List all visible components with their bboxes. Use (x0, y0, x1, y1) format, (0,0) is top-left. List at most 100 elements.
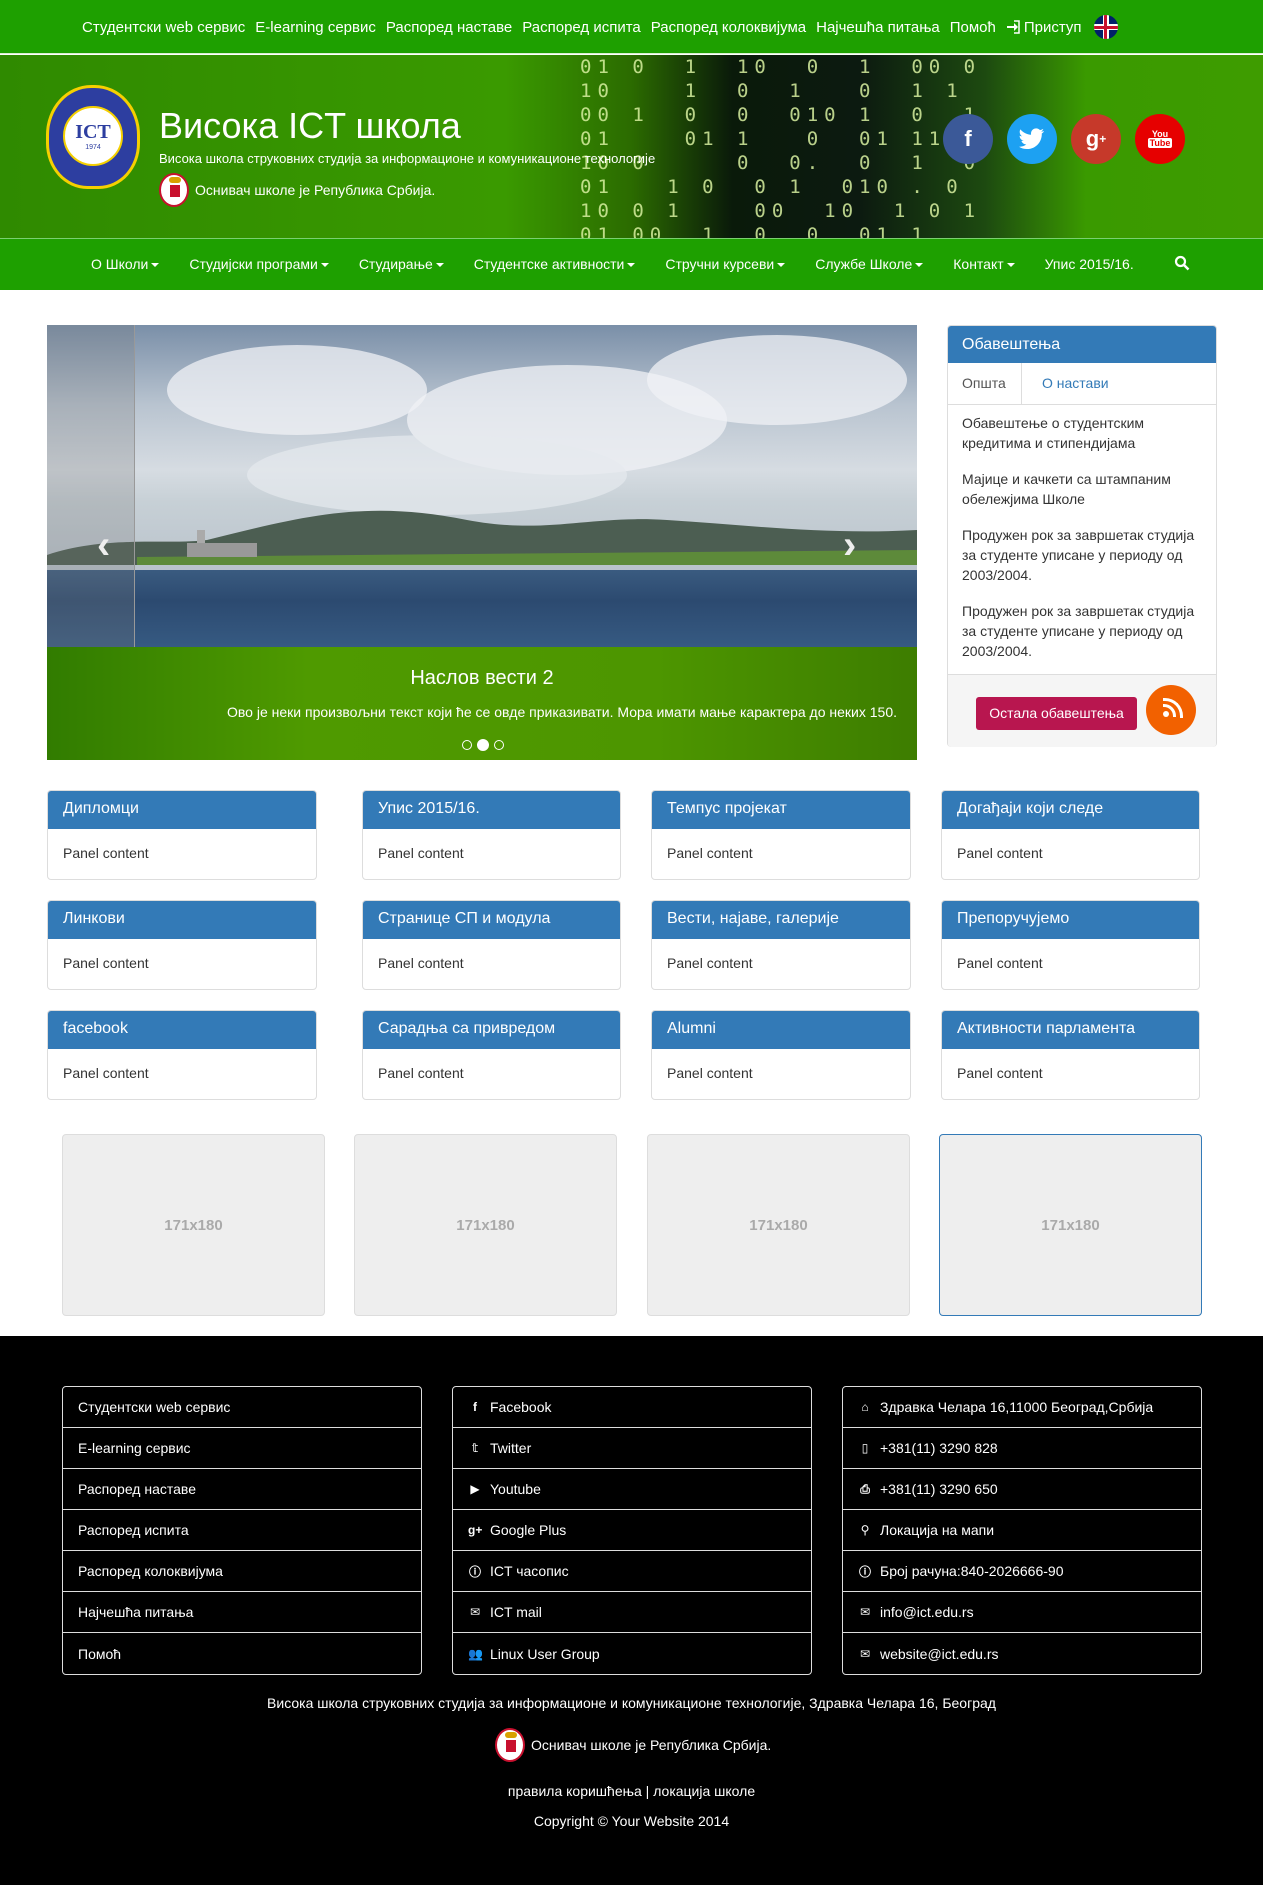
contact-info-email[interactable]: ✉ info@ict.edu.rs (843, 1592, 1201, 1633)
footer-social-ict-magazine[interactable]: ⓘ ICT часопис (453, 1551, 811, 1592)
thumbnail[interactable]: 171x180 (647, 1134, 910, 1316)
location-link[interactable]: локација школе (653, 1783, 755, 1799)
sea-area (47, 570, 917, 647)
panel-title[interactable]: Упис 2015/16. (363, 791, 620, 829)
contact-website-email[interactable]: ✉ website@ict.edu.rs (843, 1633, 1201, 1674)
top-link-help[interactable]: Помоћ (950, 19, 996, 36)
nav-programs-label: Студијски програми (189, 256, 318, 272)
indicator-2[interactable] (477, 739, 489, 751)
more-notices-button[interactable]: Остала обавештења (976, 697, 1137, 730)
footer-link[interactable]: Распоред испита (63, 1510, 421, 1551)
footer-social-twitter[interactable]: 𝕥 Twitter (453, 1428, 811, 1469)
language-switch[interactable] (1092, 15, 1118, 39)
nav-contact[interactable]: Контакт (953, 256, 1015, 272)
legal-separator: | (645, 1783, 650, 1799)
users-icon: 👥 (468, 1646, 483, 1661)
panel-title[interactable]: Догађаји који следе (942, 791, 1199, 829)
panel-title[interactable]: Вести, најаве, галерије (652, 901, 910, 939)
top-link-web-service[interactable]: Студентски web сервис (82, 19, 245, 36)
terms-link[interactable]: правила коришћења (508, 1783, 642, 1799)
nav-courses-label: Стручни курсеви (665, 256, 775, 272)
panel-title[interactable]: Активности парламента (942, 1011, 1199, 1049)
caret-down-icon (1006, 263, 1015, 268)
footer-link[interactable]: E-learning сервис (63, 1428, 421, 1469)
search-icon[interactable] (1174, 255, 1190, 271)
notice-item[interactable]: Продужен рок за завршетак студија за сту… (962, 601, 1202, 661)
notices-list: Обавештење о студентским кредитима и сти… (948, 405, 1216, 685)
footer-link[interactable]: Студентски web сервис (63, 1387, 421, 1428)
panel-title[interactable]: Темпус пројекат (652, 791, 910, 829)
top-link-colloquium-schedule[interactable]: Распоред колоквијума (651, 19, 806, 36)
contact-address[interactable]: ⌂ Здравка Челара 16,11000 Београд,Србија (843, 1387, 1201, 1428)
news-carousel[interactable]: ‹ › Наслов вести 2 Ово је неки произвољн… (47, 325, 917, 760)
rss-icon[interactable] (1146, 685, 1196, 735)
footer-social-youtube[interactable]: ▶ Youtube (453, 1469, 811, 1510)
panel-title[interactable]: Сарадња са привредом (363, 1011, 620, 1049)
nav-services[interactable]: Службе Школе (815, 256, 924, 272)
youtube-icon[interactable]: You Tube (1135, 114, 1185, 164)
footer-social-label: Google Plus (490, 1522, 567, 1538)
caret-down-icon (320, 263, 329, 268)
thumbnail[interactable]: 171x180 (939, 1134, 1202, 1316)
carousel-indicators (462, 739, 509, 751)
top-link-class-schedule[interactable]: Распоред наставе (386, 19, 512, 36)
thumbnail[interactable]: 171x180 (62, 1134, 325, 1316)
panel-title[interactable]: Alumni (652, 1011, 910, 1049)
envelope-icon: ✉ (469, 1605, 481, 1619)
nav-courses[interactable]: Стручни курсеви (665, 256, 786, 272)
twitter-icon[interactable] (1007, 114, 1057, 164)
nav-about[interactable]: О Школи (91, 256, 160, 272)
nav-student-activities[interactable]: Студентске активности (474, 256, 636, 272)
footer-link[interactable]: Распоред наставе (63, 1469, 421, 1510)
chevron-right-icon[interactable]: › (843, 525, 856, 565)
top-link-login[interactable]: Приступ (1006, 19, 1082, 36)
footer-social-facebook[interactable]: f Facebook (453, 1387, 811, 1428)
notice-item[interactable]: Мајице и качкети са штампаним обележјима… (962, 469, 1202, 509)
panel-title[interactable]: Странице СП и модула (363, 901, 620, 939)
nav-services-label: Службе Школе (815, 256, 913, 272)
top-link-faq[interactable]: Најчешћа питања (816, 19, 940, 36)
footer-social-google-plus[interactable]: g+ Google Plus (453, 1510, 811, 1551)
contact-account[interactable]: ⓘ Број рачуна:840-2026666-90 (843, 1551, 1201, 1592)
footer-social-linux-group[interactable]: 👥 Linux User Group (453, 1633, 811, 1674)
notice-item[interactable]: Обавештење о студентским кредитима и сти… (962, 413, 1202, 453)
footer-link[interactable]: Распоред колоквијума (63, 1551, 421, 1592)
notice-item[interactable]: Продужен рок за завршетак студија за сту… (962, 525, 1202, 585)
google-plus-icon[interactable]: g + (1071, 114, 1121, 164)
top-link-elearning[interactable]: E-learning сервис (255, 19, 376, 36)
contact-label: website@ict.edu.rs (880, 1645, 999, 1662)
contact-phone[interactable]: ▯ +381(11) 3290 828 (843, 1428, 1201, 1469)
school-logo[interactable]: ICT 1974 (46, 85, 140, 189)
contact-label: +381(11) 3290 650 (880, 1481, 998, 1497)
youtube-icon: ▶ (470, 1482, 480, 1496)
nav-programs[interactable]: Студијски програми (189, 256, 329, 272)
top-link-exam-schedule[interactable]: Распоред испита (522, 19, 641, 36)
panel-title[interactable]: Линкови (48, 901, 316, 939)
footer-link[interactable]: Помоћ (63, 1633, 421, 1674)
panel-alumni: Alumni Panel content (651, 1010, 911, 1100)
facebook-icon: f (473, 1400, 477, 1414)
indicator-3[interactable] (494, 740, 504, 750)
founder-text: Оснивач школе је Република Србија. (195, 182, 436, 198)
chevron-left-icon[interactable]: ‹ (97, 525, 110, 565)
login-label: Приступ (1023, 18, 1082, 36)
nav-enrollment-label: Упис 2015/16. (1044, 256, 1134, 272)
footer-link[interactable]: Најчешћа питања (63, 1592, 421, 1633)
panel-title[interactable]: Дипломци (48, 791, 316, 829)
nav-studying[interactable]: Студирање (359, 256, 444, 272)
nav-enrollment[interactable]: Упис 2015/16. (1045, 256, 1134, 272)
footer-social-ict-mail[interactable]: ✉ ICT mail (453, 1592, 811, 1633)
google-plus-icon: g+ (468, 1523, 483, 1537)
panel-title[interactable]: facebook (48, 1011, 316, 1049)
footer-social-label: Youtube (490, 1481, 541, 1497)
contact-fax[interactable]: ⎙ +381(11) 3290 650 (843, 1469, 1201, 1510)
facebook-icon[interactable]: f (943, 114, 993, 164)
site-title[interactable]: Висока ICT школа (159, 105, 461, 147)
tab-general[interactable]: Општа (948, 363, 1022, 404)
footer-founder: Оснивач школе је Република Србија. (495, 1728, 771, 1762)
contact-map[interactable]: ⚲ Локација на мапи (843, 1510, 1201, 1551)
indicator-1[interactable] (462, 740, 472, 750)
tab-teaching[interactable]: О настави (1022, 363, 1123, 404)
panel-title[interactable]: Препоручујемо (942, 901, 1199, 939)
thumbnail[interactable]: 171x180 (354, 1134, 617, 1316)
